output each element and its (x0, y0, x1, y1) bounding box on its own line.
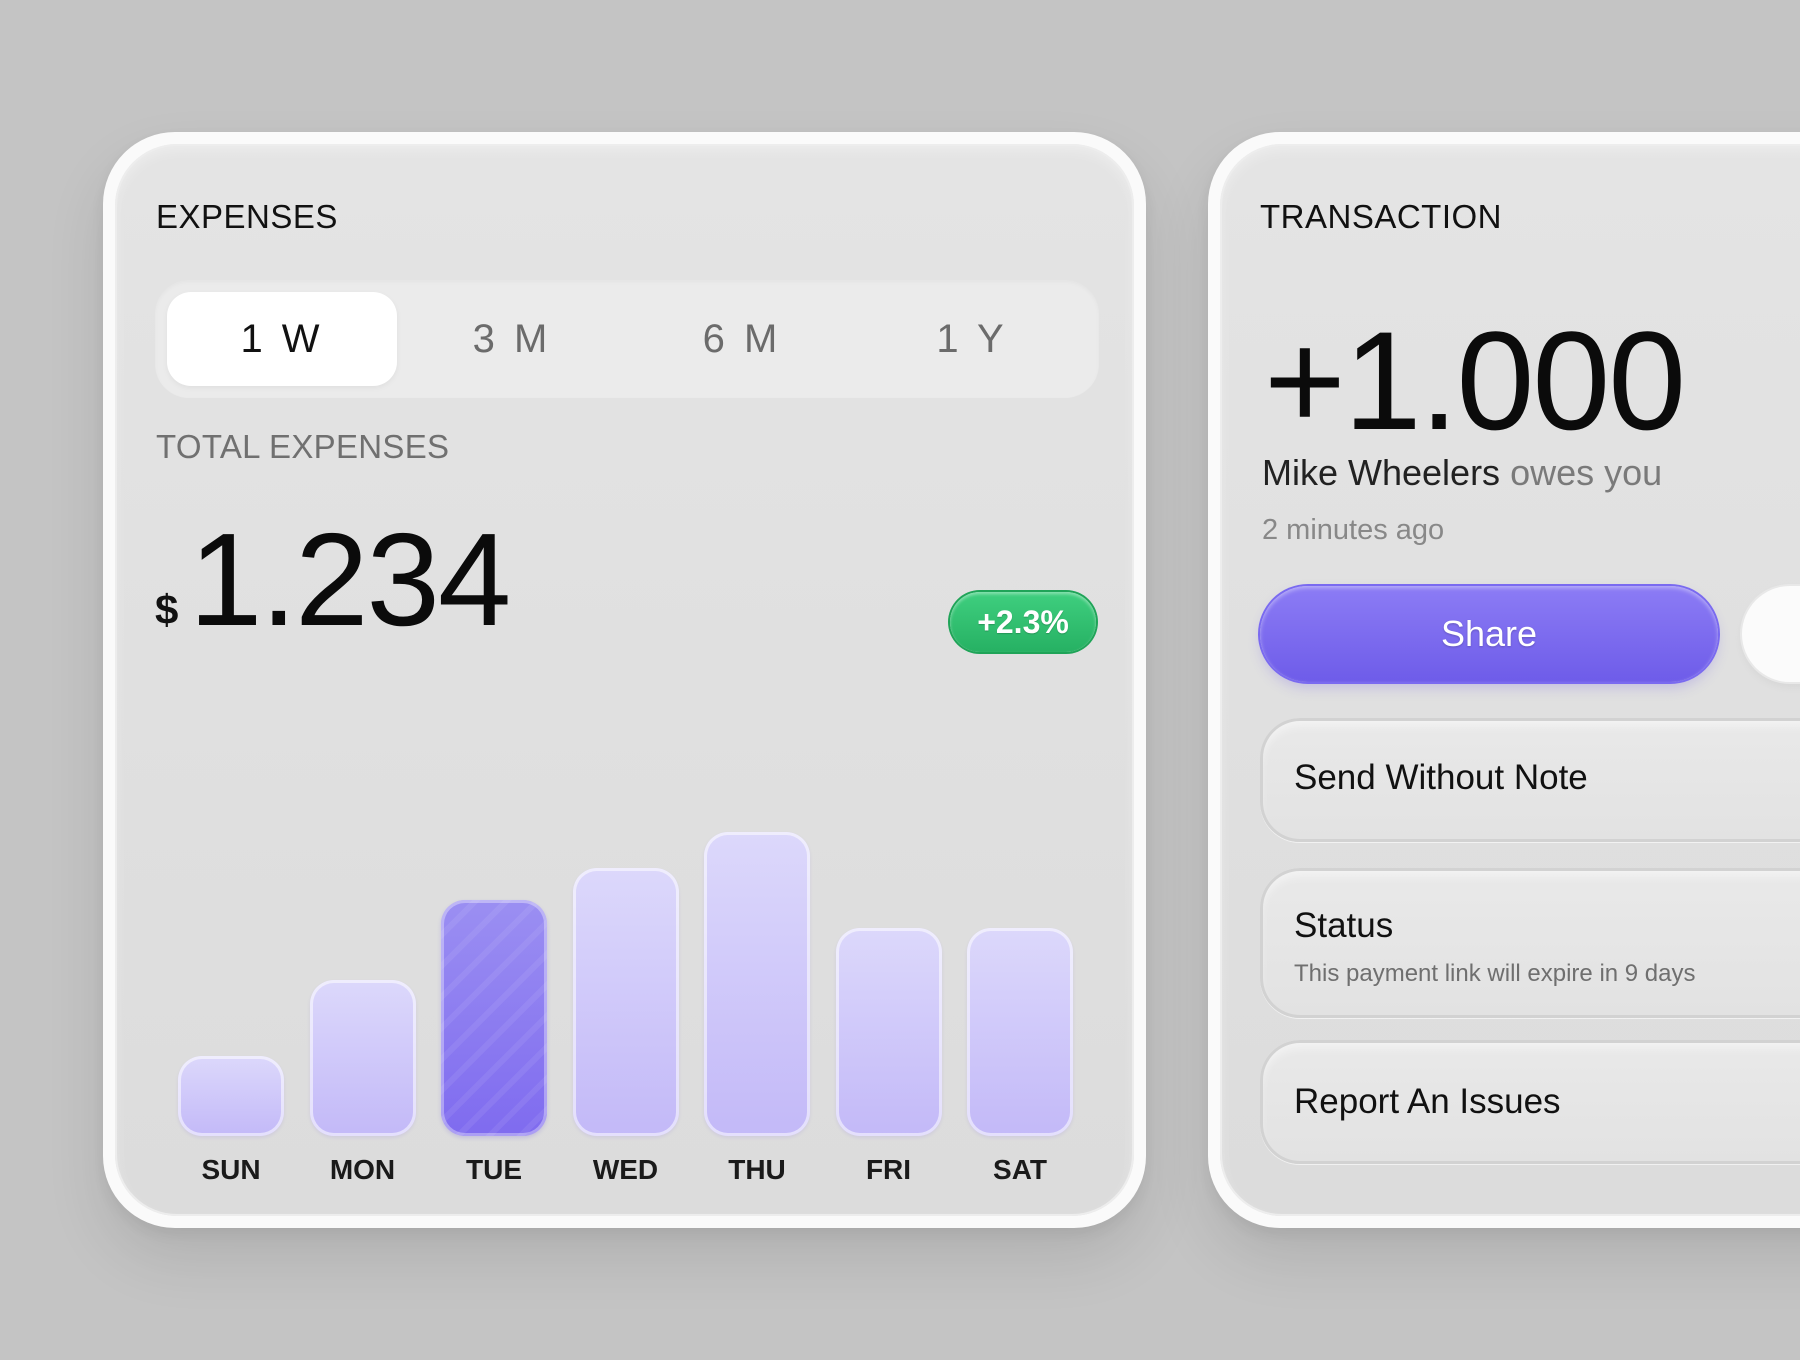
transaction-card: TRANSACTION +1.000 Mike Wheelers owes yo… (1208, 132, 1800, 1228)
screen: EXPENSES 1 W 3 M 6 M 1 Y TOTAL EXPENSES … (0, 0, 1800, 1360)
option-sublabel: This payment link will expire in 9 days (1294, 960, 1696, 987)
expenses-card-panel: EXPENSES 1 W 3 M 6 M 1 Y TOTAL EXPENSES … (115, 144, 1134, 1216)
transaction-description: Mike Wheelers owes you (1262, 452, 1662, 494)
bar-thu[interactable] (704, 832, 810, 1136)
bar-fri[interactable] (835, 928, 942, 1136)
day-label-sun: SUN (201, 1154, 261, 1185)
day-label-fri: FRI (865, 1154, 912, 1185)
expenses-bar-chart: SUN MON TUE WED THU FRI SAT (115, 144, 1134, 1216)
option-label: Status (1294, 906, 1394, 945)
secondary-action-button[interactable] (1742, 586, 1800, 682)
bar-sat[interactable] (967, 928, 1073, 1136)
day-label-mon: MON (329, 1154, 396, 1185)
day-label-tue: TUE (466, 1154, 522, 1185)
day-label-thu: THU (728, 1154, 786, 1185)
option-label: Report An Issues (1294, 1082, 1561, 1121)
report-issue-option[interactable]: Report An Issues (1260, 1040, 1800, 1164)
status-option[interactable]: Status This payment link will expire in … (1260, 868, 1800, 1018)
owes-text: owes you (1510, 452, 1663, 493)
share-button[interactable]: Share (1260, 586, 1718, 682)
transaction-amount: +1.000 (1264, 302, 1686, 459)
send-without-note-option[interactable]: Send Without Note (1260, 718, 1800, 842)
day-label-sat: SAT (993, 1154, 1047, 1185)
option-label: Send Without Note (1294, 758, 1588, 797)
payer-name: Mike Wheelers (1262, 452, 1501, 493)
bar-wed[interactable] (572, 868, 679, 1136)
transaction-title: TRANSACTION (1260, 198, 1503, 235)
day-label-wed: WED (592, 1154, 659, 1185)
expenses-card: EXPENSES 1 W 3 M 6 M 1 Y TOTAL EXPENSES … (103, 132, 1146, 1228)
bar-tue[interactable] (441, 900, 547, 1136)
transaction-time: 2 minutes ago (1262, 514, 1445, 546)
bar-mon[interactable] (309, 980, 416, 1136)
transaction-card-panel: TRANSACTION +1.000 Mike Wheelers owes yo… (1220, 144, 1800, 1216)
bar-sun[interactable] (178, 1056, 284, 1136)
